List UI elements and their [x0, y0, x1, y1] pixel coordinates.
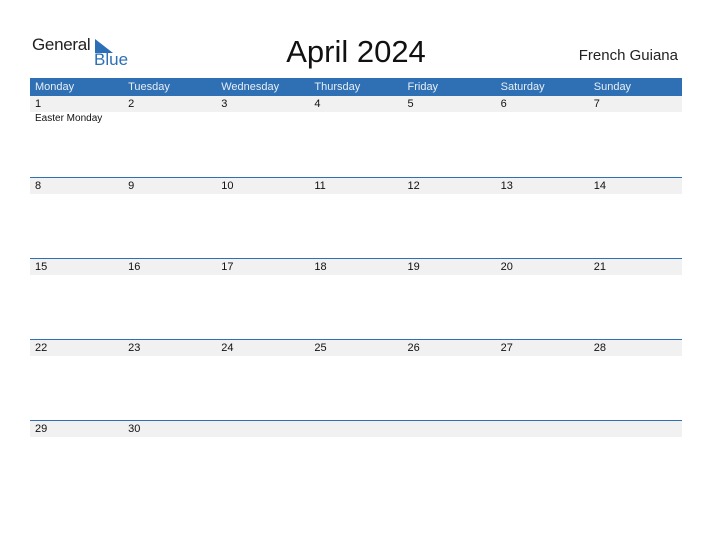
day-number: 21 [593, 261, 606, 273]
day-number: 13 [500, 180, 513, 192]
day-number: 12 [407, 180, 420, 192]
holiday-label [496, 112, 589, 126]
holiday-label: Easter Monday [35, 113, 103, 124]
date-band: 8 9 10 11 12 13 14 [30, 178, 682, 194]
weekday-header: Monday Tuesday Wednesday Thursday Friday… [30, 78, 682, 96]
weekday-wednesday: Wednesday [221, 81, 280, 93]
day-number: 4 [314, 98, 321, 110]
day-number: 28 [593, 342, 606, 354]
holiday-label [589, 112, 682, 126]
date-band: 22 23 24 25 26 27 28 [30, 340, 682, 356]
week-row: 22 23 24 25 26 27 28 [30, 339, 682, 356]
day-number [309, 421, 402, 437]
weekday-saturday: Saturday [500, 81, 545, 93]
events-row: Easter Monday [30, 112, 682, 126]
week-row: 29 30 [30, 420, 682, 437]
day-number: 1 [35, 98, 42, 110]
week-row: 15 16 17 18 19 20 21 [30, 258, 682, 275]
day-number: 8 [35, 180, 42, 192]
weekday-monday: Monday [35, 81, 75, 93]
day-number: 5 [407, 98, 414, 110]
day-number: 20 [500, 261, 513, 273]
week-row: 8 9 10 11 12 13 14 [30, 177, 682, 194]
weekday-friday: Friday [407, 81, 439, 93]
weekday-thursday: Thursday [314, 81, 361, 93]
day-number [403, 421, 496, 437]
day-number: 11 [314, 180, 326, 192]
day-number: 16 [128, 261, 141, 273]
day-number: 15 [35, 261, 48, 273]
region-label: French Guiana [578, 47, 678, 64]
day-number: 7 [593, 98, 600, 110]
day-number: 29 [35, 423, 48, 435]
holiday-label [216, 112, 309, 126]
day-number: 14 [593, 180, 606, 192]
day-number: 2 [128, 98, 135, 110]
date-band: 15 16 17 18 19 20 21 [30, 259, 682, 275]
day-number: 6 [500, 98, 507, 110]
day-number: 26 [407, 342, 420, 354]
day-number: 27 [500, 342, 513, 354]
day-number: 25 [314, 342, 327, 354]
day-number [496, 421, 589, 437]
day-number: 10 [221, 180, 234, 192]
week-row: 1 2 3 4 5 6 7 Easter Monday [30, 96, 682, 126]
day-number: 24 [221, 342, 234, 354]
day-number: 18 [314, 261, 327, 273]
day-number [589, 421, 682, 437]
day-number: 30 [128, 423, 141, 435]
day-number: 17 [221, 261, 234, 273]
title-text: April 2024 [286, 34, 426, 69]
weekday-sunday: Sunday [593, 81, 632, 93]
day-number: 23 [128, 342, 141, 354]
weekday-tuesday: Tuesday [128, 81, 170, 93]
day-number [216, 421, 309, 437]
date-band: 29 30 [30, 421, 682, 437]
day-number: 9 [128, 180, 135, 192]
day-number: 3 [221, 98, 228, 110]
date-band: 1 2 3 4 5 6 7 [30, 96, 682, 112]
holiday-label [123, 112, 216, 126]
holiday-label [309, 112, 402, 126]
day-number: 19 [407, 261, 420, 273]
day-number: 22 [35, 342, 48, 354]
holiday-label [403, 112, 496, 126]
